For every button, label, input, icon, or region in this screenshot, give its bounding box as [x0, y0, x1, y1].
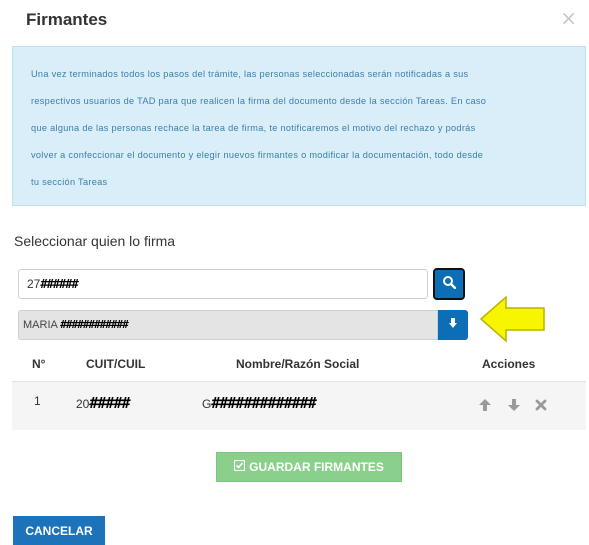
- info-line: Una vez terminados todos los pasos del t…: [31, 69, 469, 79]
- header-actions: Acciones: [482, 357, 536, 371]
- row-cuit-prefix: 20: [76, 397, 90, 411]
- close-icon[interactable]: ×: [560, 6, 577, 30]
- arrow-down-icon: [448, 316, 458, 334]
- redacted-text: #####: [89, 394, 130, 412]
- signer-select[interactable]: MARIA ############: [18, 310, 438, 340]
- header-cuit: CUIT/CUIL: [86, 357, 146, 371]
- header-number: N°: [32, 357, 46, 371]
- row-name: G#############: [202, 394, 317, 412]
- row-name-prefix: G: [202, 397, 212, 411]
- info-line: respectivos usuarios de TAD para que rea…: [31, 96, 487, 106]
- select-value-prefix: MARIA: [23, 319, 58, 331]
- move-up-icon[interactable]: [478, 398, 492, 417]
- save-label: GUARDAR FIRMANTES: [249, 460, 384, 474]
- checkbox-icon: [234, 459, 246, 474]
- info-line: tu sección Tareas: [31, 177, 108, 187]
- info-line: volver a confeccionar el documento y ele…: [31, 150, 484, 160]
- redacted-text: ############: [60, 318, 128, 331]
- callout-arrow-icon: [478, 294, 548, 349]
- remove-icon[interactable]: [535, 398, 547, 416]
- section-title: Seleccionar quien lo firma: [14, 233, 176, 249]
- search-value-prefix: 27: [27, 277, 41, 291]
- row-cuit: 20#####: [76, 394, 131, 412]
- move-down-icon[interactable]: [507, 398, 521, 417]
- search-icon: [442, 275, 457, 294]
- info-box: Una vez terminados todos los pasos del t…: [12, 46, 586, 206]
- search-button[interactable]: [433, 268, 465, 300]
- redacted-text: ######: [40, 277, 78, 291]
- save-signers-button[interactable]: GUARDAR FIRMANTES: [216, 452, 402, 482]
- modal-title: Firmantes: [26, 10, 108, 29]
- cuit-search-input[interactable]: 27######: [18, 269, 428, 299]
- header-name: Nombre/Razón Social: [236, 357, 360, 371]
- info-line: que alguna de las personas rechace la ta…: [31, 123, 476, 133]
- row-number: 1: [34, 394, 41, 408]
- cancel-button[interactable]: CANCELAR: [13, 516, 105, 545]
- redacted-text: #############: [211, 394, 316, 412]
- add-signer-button[interactable]: [438, 310, 468, 340]
